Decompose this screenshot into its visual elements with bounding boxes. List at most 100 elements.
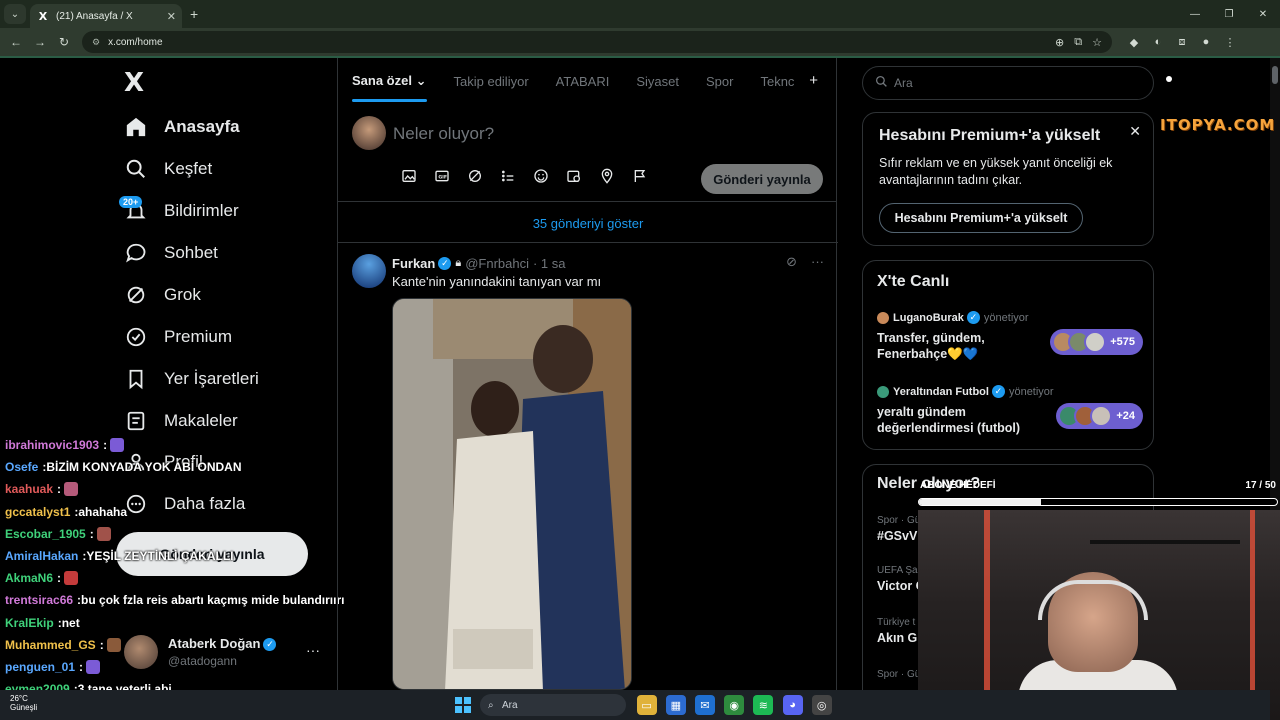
reload-button[interactable]: ↻: [52, 35, 76, 49]
premium-title: Hesabını Premium+'a yükselt: [879, 127, 1101, 144]
close-window-button[interactable]: ✕: [1246, 0, 1280, 28]
chat-username[interactable]: Osefe: [5, 460, 38, 474]
browser-menu-icon[interactable]: ⋮: [1218, 36, 1242, 49]
chat-username[interactable]: ibrahimovic1903: [5, 438, 99, 452]
chat-message: gccatalyst1: ahahaha: [5, 501, 345, 523]
search-input[interactable]: Ara: [862, 66, 1154, 100]
weather-widget[interactable]: 26°C Güneşli: [10, 694, 37, 712]
listeners-pill[interactable]: +575: [1050, 329, 1143, 355]
add-tab-button[interactable]: +: [809, 72, 818, 89]
forward-button[interactable]: →: [28, 35, 52, 49]
tweet-author-name[interactable]: Furkan: [392, 256, 435, 271]
grok-icon[interactable]: [458, 168, 491, 184]
chat-username[interactable]: AkmaN6: [5, 571, 53, 585]
nav-premium[interactable]: Premium: [124, 322, 232, 352]
extension-icon[interactable]: ◆: [1122, 36, 1146, 49]
tab-teknoloji[interactable]: Teknc: [760, 74, 794, 102]
premium-upgrade-button[interactable]: Hesabını Premium+'a yükselt: [879, 203, 1083, 233]
store-icon[interactable]: ▦: [665, 695, 686, 715]
trend-item[interactable]: Spor · Gü: [877, 669, 920, 683]
chat-message: Osefe: BİZİM KONYADA YOK ABİ ONDAN: [5, 456, 345, 478]
trend-item[interactable]: Spor · Gü #GSvV: [877, 515, 920, 543]
tab-siyaset[interactable]: Siyaset: [636, 74, 679, 102]
chat-separator: :: [79, 659, 84, 674]
x-logo[interactable]: X: [124, 68, 144, 98]
close-tab-icon[interactable]: ✕: [167, 10, 176, 23]
webcam-overlay: [918, 510, 1280, 720]
search-icon: [875, 75, 888, 91]
verified-badge-icon: ✓: [991, 385, 1005, 398]
address-bar[interactable]: ⚙ x.com/home ⊕ ⧉ ☆: [82, 31, 1112, 53]
mail-icon[interactable]: ✉: [694, 695, 715, 715]
nav-explore[interactable]: Keşfet: [124, 154, 212, 184]
space-topic: Transfer, gündem, Fenerbahçe💛💙: [877, 331, 985, 361]
app-icon[interactable]: ◎: [811, 695, 832, 715]
location-icon[interactable]: [590, 168, 623, 184]
trend-name: #GSvV: [877, 529, 918, 543]
poll-icon[interactable]: [491, 168, 524, 184]
gif-icon[interactable]: GIF: [425, 168, 458, 184]
chat-username[interactable]: gccatalyst1: [5, 505, 70, 519]
chat-username[interactable]: kaahuak: [5, 482, 53, 496]
nav-bookmarks[interactable]: Yer İşaretleri: [124, 364, 259, 394]
chat-username[interactable]: trentsirac66: [5, 593, 73, 607]
new-tab-button[interactable]: +: [190, 6, 198, 22]
chat-username[interactable]: Escobar_1905: [5, 527, 86, 541]
spotify-icon[interactable]: ≋: [753, 695, 774, 715]
minimize-window-button[interactable]: —: [1178, 0, 1212, 28]
timeline-tabs: Sana özel ⌄ Takip ediliyor ATABARI Siyas…: [338, 58, 836, 102]
nav-chat[interactable]: Sohbet: [124, 238, 218, 268]
compose-post-button[interactable]: Gönderi yayınla: [701, 164, 823, 194]
image-icon[interactable]: [392, 168, 425, 184]
chat-username[interactable]: KralEkip: [5, 616, 54, 630]
bookmark-star-icon[interactable]: ☆: [1092, 36, 1102, 49]
emoji-icon[interactable]: [524, 168, 557, 184]
avatar[interactable]: [352, 254, 386, 288]
nav-articles[interactable]: Makaleler: [124, 406, 238, 436]
show-new-posts-button[interactable]: 35 gönderiyi göster: [338, 205, 838, 243]
back-button[interactable]: ←: [4, 35, 28, 49]
chat-username[interactable]: Muhammed_GS: [5, 638, 96, 652]
scrollbar-thumb[interactable]: [1272, 66, 1278, 84]
discord-icon[interactable]: ◕: [782, 695, 803, 715]
live-space-item[interactable]: LuganoBurak ✓ yönetiyor Transfer, gündem, …: [877, 311, 1143, 362]
chat-username[interactable]: AmiralHakan: [5, 549, 78, 563]
tab-for-you[interactable]: Sana özel ⌄: [352, 73, 427, 102]
profile-avatar-icon[interactable]: ●: [1194, 36, 1218, 49]
schedule-icon[interactable]: [557, 168, 590, 184]
sub-goal-progress-fill: [919, 499, 1041, 505]
maximize-window-button[interactable]: ❐: [1212, 0, 1246, 28]
search-placeholder: Ara: [894, 76, 913, 90]
grok-icon: [124, 283, 148, 307]
close-icon[interactable]: ✕: [1129, 123, 1141, 140]
site-info-icon[interactable]: ⚙: [92, 37, 100, 48]
tweet-time[interactable]: · 1 sa: [533, 256, 566, 271]
tweet-photo[interactable]: [392, 298, 632, 690]
taskbar-search[interactable]: ⌕ Ara: [480, 694, 626, 716]
extensions-puzzle-icon[interactable]: ⧈: [1170, 36, 1194, 49]
tab-following[interactable]: Takip ediliyor: [454, 74, 529, 102]
avatar: [877, 311, 889, 324]
grok-icon[interactable]: ⊘: [786, 254, 797, 270]
file-explorer-icon[interactable]: ▭: [636, 695, 657, 715]
windows-start-icon[interactable]: [455, 697, 471, 713]
live-space-item[interactable]: Yeraltından Futbol ✓ yönetiyor yeraltı gün…: [877, 385, 1143, 436]
browser-tab-strip: ⌄ X (21) Anasayfa / X ✕ + — ❐ ✕: [0, 0, 1280, 28]
compose-input[interactable]: Neler oluyor?: [393, 124, 494, 144]
tweet-handle[interactable]: @Fnrbahci: [465, 256, 529, 271]
tab-atabari[interactable]: ATABARI: [556, 74, 610, 102]
tab-search-button[interactable]: ⌄: [4, 4, 26, 24]
browser-tab[interactable]: X (21) Anasayfa / X ✕: [30, 4, 182, 28]
chat-message: KralEkip: net: [5, 612, 345, 634]
nav-home[interactable]: Anasayfa: [124, 112, 240, 142]
flag-icon[interactable]: [623, 168, 656, 184]
more-options-icon[interactable]: ···: [811, 254, 824, 270]
chat-username[interactable]: penguen_01: [5, 660, 75, 674]
tab-spor[interactable]: Spor: [706, 74, 733, 102]
install-app-icon[interactable]: ⧉: [1074, 36, 1082, 49]
chrome-icon[interactable]: ◉: [724, 695, 745, 715]
nav-grok[interactable]: Grok: [124, 280, 201, 310]
extension-icon[interactable]: ◐: [1146, 36, 1170, 49]
zoom-icon[interactable]: ⊕: [1055, 36, 1064, 49]
listeners-pill[interactable]: +24: [1056, 403, 1143, 429]
